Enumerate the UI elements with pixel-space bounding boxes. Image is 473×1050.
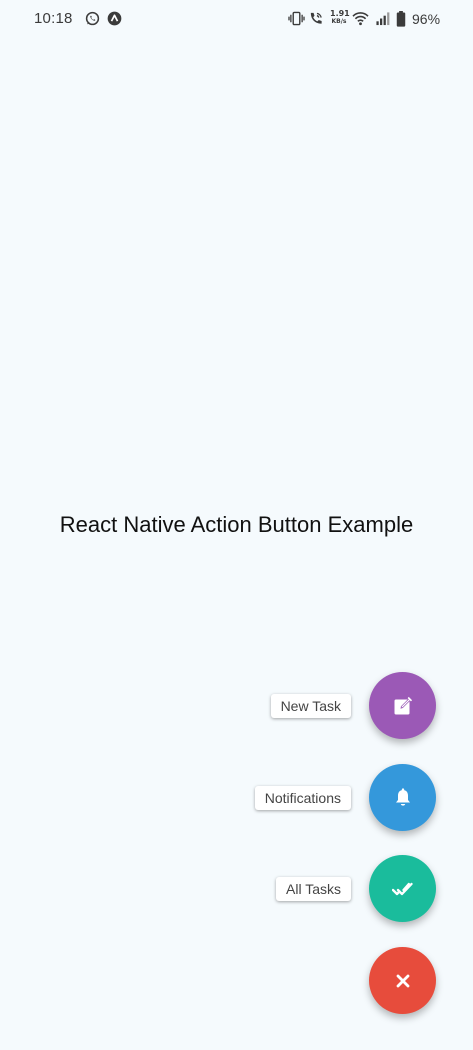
network-speed-unit: KB/s bbox=[331, 18, 347, 25]
all-tasks-label[interactable]: All Tasks bbox=[276, 877, 351, 901]
battery-icon bbox=[396, 11, 406, 27]
network-speed-value: 1.91 bbox=[330, 9, 350, 18]
app-notification-icon bbox=[107, 11, 122, 26]
signal-icon bbox=[376, 12, 390, 26]
wifi-call-icon bbox=[310, 12, 322, 24]
new-task-label[interactable]: New Task bbox=[270, 694, 351, 718]
network-speed: 1.91 KB/s bbox=[330, 9, 350, 26]
battery-percentage: 96% bbox=[412, 11, 441, 27]
notifications-button[interactable] bbox=[369, 764, 436, 831]
all-tasks-button[interactable] bbox=[369, 855, 436, 922]
vibrate-icon bbox=[288, 11, 305, 26]
page-title: React Native Action Button Example bbox=[59, 512, 414, 537]
double-check-icon bbox=[391, 882, 413, 895]
bell-icon bbox=[395, 787, 410, 806]
status-bar: 10:18 1.91 KB/s 96% bbox=[0, 0, 473, 38]
close-action-button[interactable] bbox=[369, 947, 436, 1014]
whatsapp-icon bbox=[85, 11, 100, 26]
new-task-button[interactable] bbox=[369, 672, 436, 739]
wifi-icon bbox=[352, 12, 369, 26]
notifications-label[interactable]: Notifications bbox=[254, 786, 351, 810]
status-time: 10:18 bbox=[34, 10, 73, 27]
edit-icon bbox=[394, 696, 412, 714]
close-icon bbox=[396, 974, 409, 987]
